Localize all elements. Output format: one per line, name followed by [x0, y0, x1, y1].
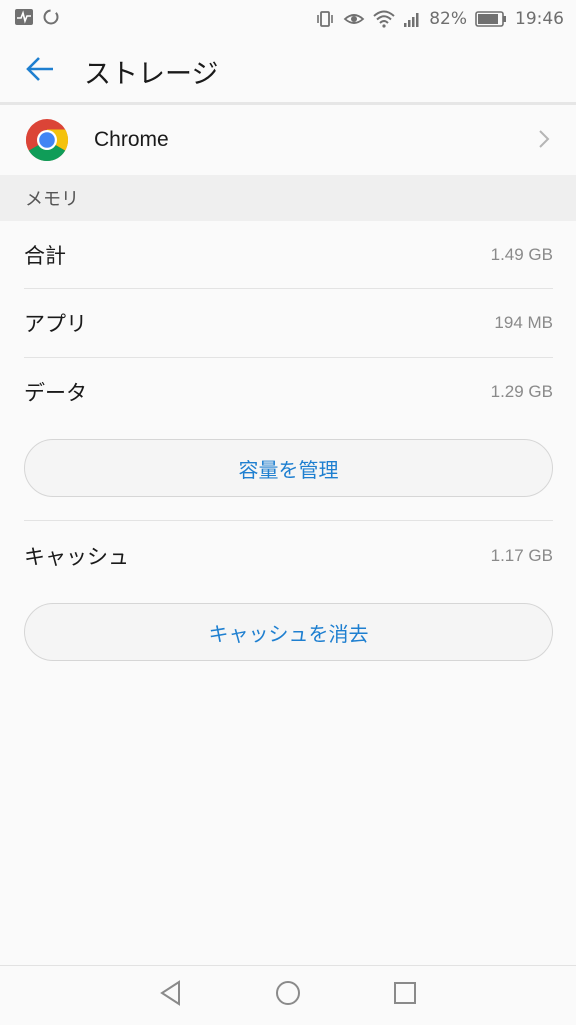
row-label: アプリ [24, 312, 87, 336]
battery-icon [475, 11, 507, 27]
activity-monitor-icon [14, 8, 34, 31]
square-recents-icon [393, 981, 417, 1009]
row-value: 194 MB [494, 313, 553, 332]
memory-row-total: 合計 1.49 GB [24, 221, 553, 289]
chrome-logo-icon [25, 118, 69, 162]
vibrate-icon [315, 10, 335, 28]
circle-home-icon [275, 980, 301, 1010]
system-nav-bar [0, 965, 576, 1024]
row-label: データ [24, 381, 87, 405]
status-right: 82% 19:46 [315, 9, 564, 29]
signal-icon [403, 10, 421, 28]
arrow-back-icon [25, 55, 55, 87]
manage-storage-button[interactable]: 容量を管理 [24, 439, 553, 497]
nav-recents-button[interactable] [347, 966, 464, 1025]
status-left [14, 8, 60, 31]
divider [24, 520, 553, 521]
sync-icon [42, 8, 60, 31]
memory-row-apps: アプリ 194 MB [24, 289, 553, 357]
row-value: 1.29 GB [490, 382, 553, 401]
eye-comfort-icon [343, 10, 365, 28]
back-button[interactable] [0, 38, 80, 104]
app-name: Chrome [94, 128, 169, 151]
app-info-row[interactable]: Chrome [0, 105, 576, 175]
chevron-right-icon [538, 129, 550, 153]
memory-row-data: データ 1.29 GB [24, 358, 553, 426]
row-label: キャッシュ [24, 545, 129, 569]
row-value: 1.49 GB [490, 245, 553, 264]
nav-back-button[interactable] [113, 966, 230, 1025]
triangle-back-icon [159, 980, 183, 1010]
section-header-memory: メモリ [0, 175, 576, 221]
wifi-icon [373, 10, 395, 28]
nav-home-button[interactable] [230, 966, 347, 1025]
row-value: 1.17 GB [490, 546, 553, 565]
status-bar: 82% 19:46 [0, 0, 576, 38]
battery-percent: 82% [429, 9, 467, 29]
page-title: ストレージ [84, 58, 219, 90]
app-bar: ストレージ [0, 38, 576, 104]
clear-cache-button[interactable]: キャッシュを消去 [24, 603, 553, 661]
status-time: 19:46 [515, 9, 564, 29]
row-label: 合計 [24, 244, 66, 268]
cache-row: キャッシュ 1.17 GB [24, 522, 553, 590]
